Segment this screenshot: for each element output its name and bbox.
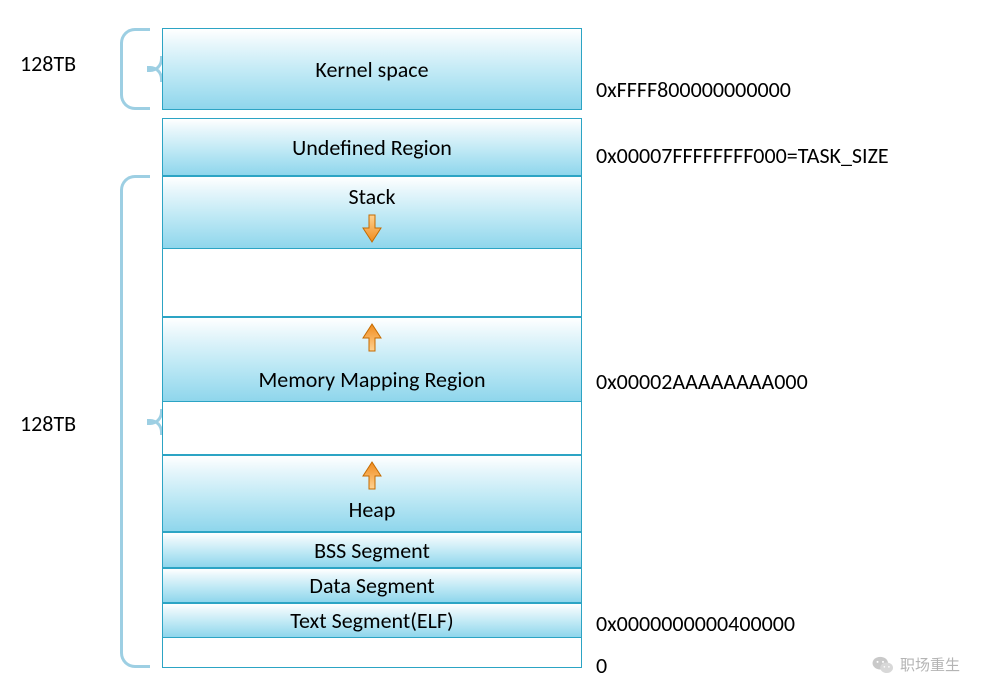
addr-task: 0x00007FFFFFFFF000=TASK_SIZE [596, 142, 889, 169]
wechat-icon [872, 655, 894, 675]
seg-bss-label: BSS Segment [314, 537, 430, 564]
seg-gap1 [162, 249, 582, 317]
seg-undefined: Undefined Region [162, 118, 582, 176]
wechat-watermark: 职场重生 [872, 654, 960, 675]
seg-heap-label: Heap [349, 496, 396, 523]
seg-stack: Stack [162, 176, 582, 249]
seg-kernel-label: Kernel space [315, 56, 428, 83]
arrow-up-icon [360, 323, 384, 353]
seg-text: Text Segment(ELF) [162, 603, 582, 638]
addr-zero: 0 [596, 652, 607, 679]
seg-mmap-label: Memory Mapping Region [258, 366, 485, 393]
user-size-label: 128TB [20, 410, 76, 437]
memory-layout-diagram: 128TB 128TB Kernel space Undefined Regio… [10, 20, 970, 680]
arrow-up-icon [360, 461, 384, 491]
seg-undefined-label: Undefined Region [292, 134, 452, 161]
addr-mmap: 0x00002AAAAAAAA000 [596, 368, 808, 395]
seg-stack-label: Stack [348, 183, 395, 210]
addr-text: 0x0000000000400000 [596, 610, 795, 637]
seg-gap2 [162, 402, 582, 455]
addr-kernel: 0xFFFF800000000000 [596, 76, 791, 103]
seg-heap: Heap [162, 455, 582, 532]
kernel-size-label: 128TB [20, 50, 76, 77]
seg-zero [162, 638, 582, 668]
seg-bss: BSS Segment [162, 532, 582, 568]
seg-text-label: Text Segment(ELF) [290, 607, 453, 634]
brace-user [120, 175, 150, 668]
watermark-text: 职场重生 [900, 654, 960, 675]
seg-mmap: Memory Mapping Region [162, 317, 582, 402]
arrow-down-icon [360, 213, 384, 243]
seg-kernel: Kernel space [162, 28, 582, 110]
seg-data-label: Data Segment [309, 572, 434, 599]
brace-kernel [120, 28, 150, 110]
seg-data: Data Segment [162, 568, 582, 603]
